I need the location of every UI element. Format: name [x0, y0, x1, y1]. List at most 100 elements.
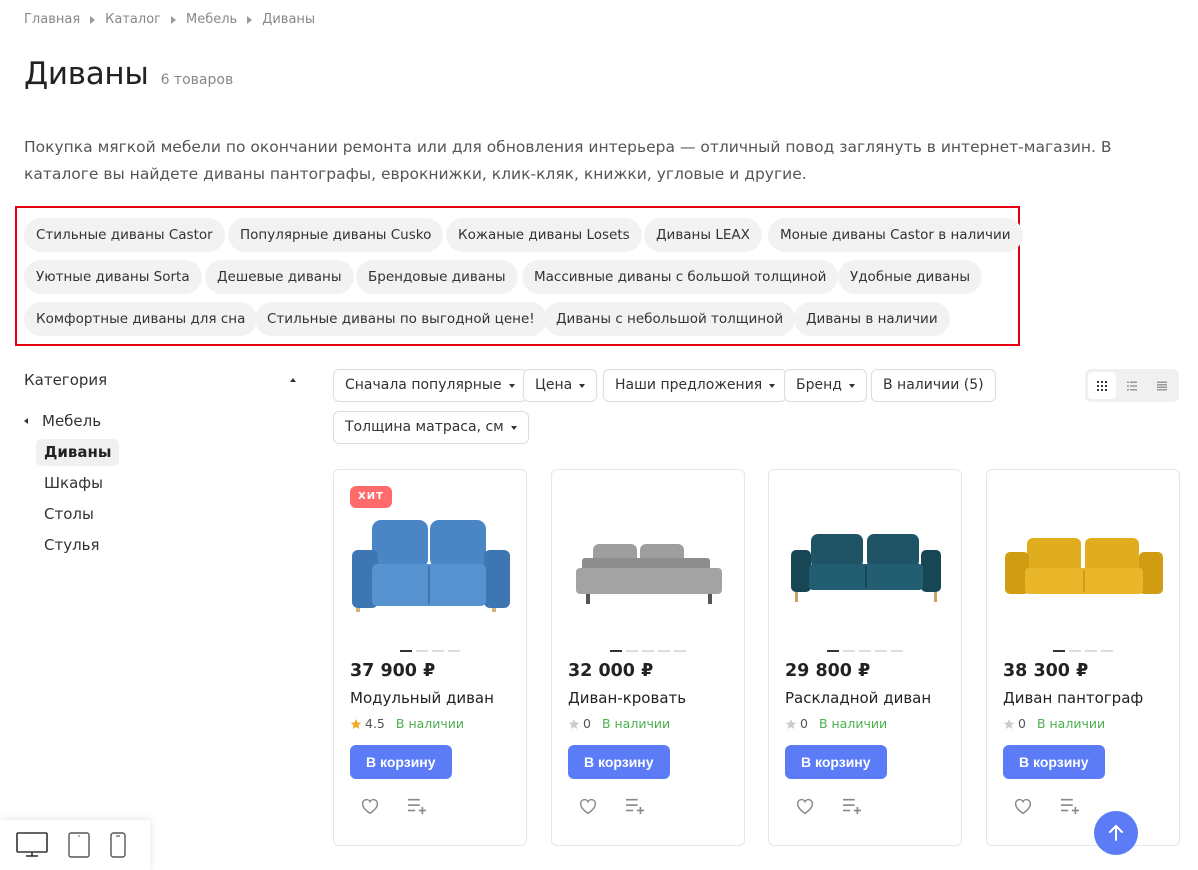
- chevron-right-icon: [90, 15, 96, 24]
- card-actions: [1013, 797, 1081, 815]
- caret-down-icon: [510, 425, 517, 430]
- tag-item[interactable]: Моные диваны Castor в наличии: [768, 218, 1023, 252]
- grid-view-icon[interactable]: [1088, 372, 1116, 399]
- card-actions: [360, 797, 428, 815]
- product-meta: 0 В наличии: [1003, 716, 1105, 731]
- image-slider-dots: [552, 650, 744, 652]
- product-card[interactable]: 29 800 ₽ Раскладной диван 0 В наличии В …: [768, 469, 962, 846]
- product-price: 38 300 ₽: [1003, 661, 1089, 681]
- tag-item[interactable]: Стильные диваны по выгодной цене!: [255, 302, 547, 336]
- tag-item[interactable]: Брендовые диваны: [356, 260, 518, 294]
- tag-item[interactable]: Диваны LEAX: [644, 218, 762, 252]
- tag-item[interactable]: Кожаные диваны Losets: [446, 218, 642, 252]
- caret-down-icon: [579, 383, 586, 388]
- product-card[interactable]: 38 300 ₽ Диван пантограф 0 В наличии В к…: [986, 469, 1180, 846]
- heart-icon[interactable]: [795, 797, 815, 815]
- product-name[interactable]: Раскладной диван: [785, 689, 931, 707]
- price-filter[interactable]: Цена: [523, 369, 598, 402]
- product-name[interactable]: Модульный диван: [350, 689, 494, 707]
- heart-icon[interactable]: [360, 797, 380, 815]
- compare-icon[interactable]: [624, 797, 646, 815]
- caret-down-icon: [848, 383, 855, 388]
- hit-badge: ХИТ: [350, 486, 392, 508]
- sidebar-item-divany[interactable]: Диваны: [36, 439, 120, 466]
- product-card[interactable]: ХИТ 37 900 ₽ Модульный диван 4.5 В налич…: [333, 469, 527, 846]
- tag-item[interactable]: Комфортные диваны для сна: [24, 302, 258, 336]
- card-actions: [795, 797, 863, 815]
- sidebar-parent-item[interactable]: Мебель: [24, 412, 101, 430]
- product-image[interactable]: [564, 506, 734, 621]
- product-image[interactable]: [781, 506, 951, 621]
- product-rating: 0: [583, 716, 591, 731]
- offers-filter[interactable]: Наши предложения: [603, 369, 788, 402]
- sidebar-item-shkafy[interactable]: Шкафы: [36, 470, 111, 497]
- product-meta: 0 В наличии: [568, 716, 670, 731]
- tablet-icon[interactable]: [68, 832, 90, 858]
- tag-item[interactable]: Дешевые диваны: [205, 260, 354, 294]
- star-icon: [350, 718, 362, 729]
- stock-status: В наличии: [1036, 716, 1106, 731]
- product-rating: 4.5: [365, 716, 385, 731]
- mattress-thickness-filter[interactable]: Толщина матраса, см: [333, 411, 529, 444]
- product-rating: 0: [1018, 716, 1026, 731]
- product-card[interactable]: 32 000 ₽ Диван-кровать 0 В наличии В кор…: [551, 469, 745, 846]
- title-row: Диваны 6 товаров: [24, 56, 233, 92]
- breadcrumb-catalog[interactable]: Каталог: [105, 12, 161, 27]
- add-to-cart-button[interactable]: В корзину: [568, 745, 670, 779]
- product-image[interactable]: [999, 506, 1169, 621]
- breadcrumb-furniture[interactable]: Мебель: [186, 12, 237, 27]
- mobile-icon[interactable]: [110, 832, 126, 858]
- tag-item[interactable]: Уютные диваны Sorta: [24, 260, 202, 294]
- list-view-icon[interactable]: [1118, 372, 1146, 399]
- tag-item[interactable]: Массивные диваны с большой толщиной: [522, 260, 839, 294]
- tag-item[interactable]: Стильные диваны Castor: [24, 218, 225, 252]
- image-slider-dots: [987, 650, 1179, 652]
- product-count: 6 товаров: [160, 72, 234, 88]
- brand-filter[interactable]: Бренд: [784, 369, 867, 402]
- heart-icon[interactable]: [578, 797, 598, 815]
- table-view-icon[interactable]: [1148, 372, 1176, 399]
- product-name[interactable]: Диван-кровать: [568, 689, 686, 707]
- add-to-cart-button[interactable]: В корзину: [785, 745, 887, 779]
- star-icon: [785, 718, 797, 729]
- compare-icon[interactable]: [841, 797, 863, 815]
- add-to-cart-button[interactable]: В корзину: [350, 745, 452, 779]
- tag-item[interactable]: Диваны с небольшой толщиной: [544, 302, 796, 336]
- in-stock-filter[interactable]: В наличии (5): [871, 369, 996, 402]
- sidebar-item-stoly[interactable]: Столы: [36, 501, 102, 528]
- product-rating: 0: [800, 716, 808, 731]
- desktop-icon[interactable]: [16, 832, 48, 858]
- product-price: 32 000 ₽: [568, 661, 654, 681]
- image-slider-dots: [334, 650, 526, 652]
- stock-status: В наличии: [818, 716, 888, 731]
- sidebar-category-header[interactable]: Категория: [24, 371, 296, 389]
- compare-icon[interactable]: [406, 797, 428, 815]
- breadcrumb-home[interactable]: Главная: [24, 12, 80, 27]
- sidebar-item-stulya[interactable]: Стулья: [36, 532, 108, 559]
- tag-item[interactable]: Диваны в наличии: [794, 302, 950, 336]
- heart-icon[interactable]: [1013, 797, 1033, 815]
- product-meta: 4.5 В наличии: [350, 716, 464, 731]
- product-price: 29 800 ₽: [785, 661, 871, 681]
- sort-dropdown[interactable]: Сначала популярные: [333, 369, 527, 402]
- stock-status: В наличии: [601, 716, 671, 731]
- caret-down-icon: [508, 383, 515, 388]
- add-to-cart-button[interactable]: В корзину: [1003, 745, 1105, 779]
- sidebar-title: Категория: [24, 371, 108, 389]
- product-name[interactable]: Диван пантограф: [1003, 689, 1143, 707]
- caret-down-icon: [769, 383, 776, 388]
- arrow-up-icon: [1109, 824, 1123, 841]
- star-icon: [1003, 718, 1015, 729]
- compare-icon[interactable]: [1059, 797, 1081, 815]
- chevron-right-icon: [170, 15, 176, 24]
- star-icon: [568, 718, 580, 729]
- scroll-top-button[interactable]: [1094, 811, 1138, 855]
- caret-up-icon: [290, 378, 296, 382]
- tag-item[interactable]: Популярные диваны Cusko: [228, 218, 444, 252]
- breadcrumb-current: Диваны: [262, 12, 316, 27]
- tag-item[interactable]: Удобные диваны: [838, 260, 983, 294]
- product-image[interactable]: [346, 506, 516, 621]
- view-toggle: [1085, 369, 1179, 402]
- chevron-right-icon: [247, 15, 253, 24]
- product-meta: 0 В наличии: [785, 716, 887, 731]
